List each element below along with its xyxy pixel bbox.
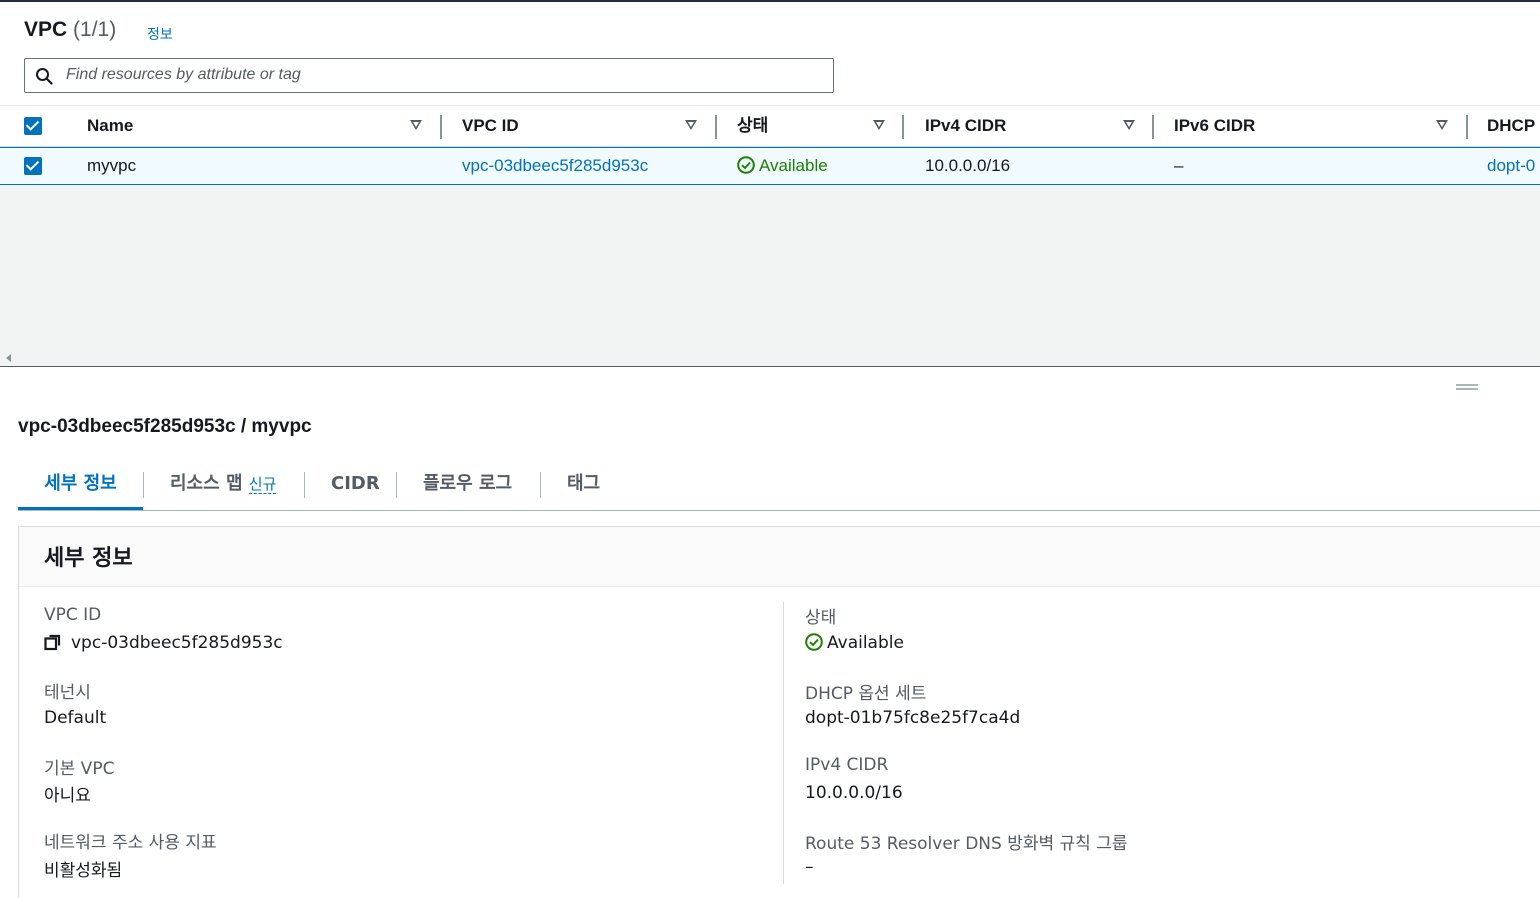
card-header: 세부 정보 [19, 527, 1540, 587]
search-icon [36, 68, 53, 85]
copy-icon[interactable] [44, 633, 62, 651]
column-resizer[interactable] [902, 115, 904, 139]
sort-down-icon[interactable] [873, 120, 885, 130]
sort-down-icon[interactable] [410, 120, 422, 130]
tab-tags[interactable]: 태그 [567, 463, 600, 510]
column-header-state[interactable]: 상태 [737, 106, 895, 147]
dhcp-options-label: DHCP 옵션 세트 [805, 684, 927, 704]
check-circle-icon [805, 633, 823, 651]
column-header-name[interactable]: Name [87, 106, 432, 147]
cell-ipv4-cidr: 10.0.0.0/16 [925, 156, 1011, 175]
row-checkbox[interactable] [24, 157, 42, 175]
column-divider [783, 602, 784, 884]
new-badge: 신규 [248, 475, 277, 494]
column-resizer[interactable] [715, 115, 717, 139]
sort-down-icon[interactable] [1123, 120, 1135, 130]
table-header-area: VPC (1/1) 정보 Find resources by attribute… [0, 2, 1540, 105]
column-header-vpc-id[interactable]: VPC ID [462, 106, 707, 147]
info-link[interactable]: 정보 [147, 24, 173, 44]
select-all-checkbox[interactable] [24, 117, 42, 135]
tab-divider [540, 472, 541, 498]
card-title: 세부 정보 [44, 546, 133, 571]
detail-title: vpc-03dbeec5f285d953c / myvpc [18, 416, 312, 437]
search-placeholder: Find resources by attribute or tag [66, 66, 301, 83]
scroll-left-arrow-icon[interactable] [6, 354, 11, 362]
column-header-ipv6-cidr[interactable]: IPv6 CIDR [1174, 106, 1459, 147]
vpc-id-value: vpc-03dbeec5f285d953c [44, 633, 283, 653]
selection-count: (1/1) [73, 18, 117, 41]
cell-ipv6-cidr: – [1174, 156, 1184, 175]
tenancy-label: 테넌시 [44, 683, 91, 703]
tab-cidr[interactable]: CIDR [331, 463, 380, 510]
tenancy-value: Default [44, 708, 107, 728]
details-card: 세부 정보 VPC ID vpc-03dbeec5f285d953c 테넌시 D… [18, 526, 1540, 898]
tab-details[interactable]: 세부 정보 [18, 463, 143, 510]
column-resizer[interactable] [1466, 115, 1468, 139]
page-title: VPC (1/1) [24, 18, 116, 42]
network-address-usage-value: 비활성화됨 [44, 861, 123, 881]
tab-divider [304, 472, 305, 498]
dns-firewall-label: Route 53 Resolver DNS 방화벽 규칙 그룹 [805, 834, 1128, 854]
default-vpc-value: 아니요 [44, 786, 91, 806]
vpc-id-label: VPC ID [44, 605, 102, 625]
vpc-table-panel: VPC (1/1) 정보 Find resources by attribute… [0, 2, 1540, 367]
search-input[interactable]: Find resources by attribute or tag [24, 58, 834, 93]
tab-divider [143, 472, 144, 498]
tab-flow-logs[interactable]: 플로우 로그 [423, 463, 512, 510]
state-value: Available [805, 633, 904, 653]
ipv4-cidr-label: IPv4 CIDR [805, 755, 889, 775]
cell-dhcp-link[interactable]: dopt-0 [1487, 148, 1540, 184]
default-vpc-label: 기본 VPC [44, 759, 115, 779]
sort-down-icon[interactable] [685, 120, 697, 130]
state-label: 상태 [805, 608, 837, 628]
check-circle-icon [737, 156, 755, 174]
title-text: VPC [24, 18, 68, 41]
tab-divider [396, 472, 397, 498]
cell-vpc-id-link[interactable]: vpc-03dbeec5f285d953c [462, 148, 648, 184]
column-header-dhcp[interactable]: DHCP [1487, 106, 1540, 147]
column-resizer[interactable] [1152, 115, 1154, 139]
panel-resize-handle-icon[interactable] [1456, 384, 1478, 390]
dhcp-options-link[interactable]: dopt-01b75fc8e25f7ca4d [805, 708, 1020, 728]
detail-tabs: 세부 정보 리소스 맵 신규 CIDR 플로우 로그 태그 [18, 463, 1540, 511]
table-row[interactable]: myvpc vpc-03dbeec5f285d953c Available 10… [0, 147, 1540, 185]
sort-down-icon[interactable] [1436, 120, 1448, 130]
dns-firewall-value: – [805, 857, 814, 877]
column-resizer[interactable] [440, 115, 442, 139]
table-header-row: Name VPC ID 상태 IPv4 CIDR IPv6 CIDR DHCP [0, 105, 1540, 147]
tab-resource-map[interactable]: 리소스 맵 신규 [170, 463, 277, 510]
ipv4-cidr-value: 10.0.0.0/16 [805, 783, 903, 803]
cell-state: Available [737, 148, 828, 184]
cell-name: myvpc [87, 156, 137, 175]
column-header-ipv4-cidr[interactable]: IPv4 CIDR [925, 106, 1145, 147]
network-address-usage-label: 네트워크 주소 사용 지표 [44, 833, 217, 853]
